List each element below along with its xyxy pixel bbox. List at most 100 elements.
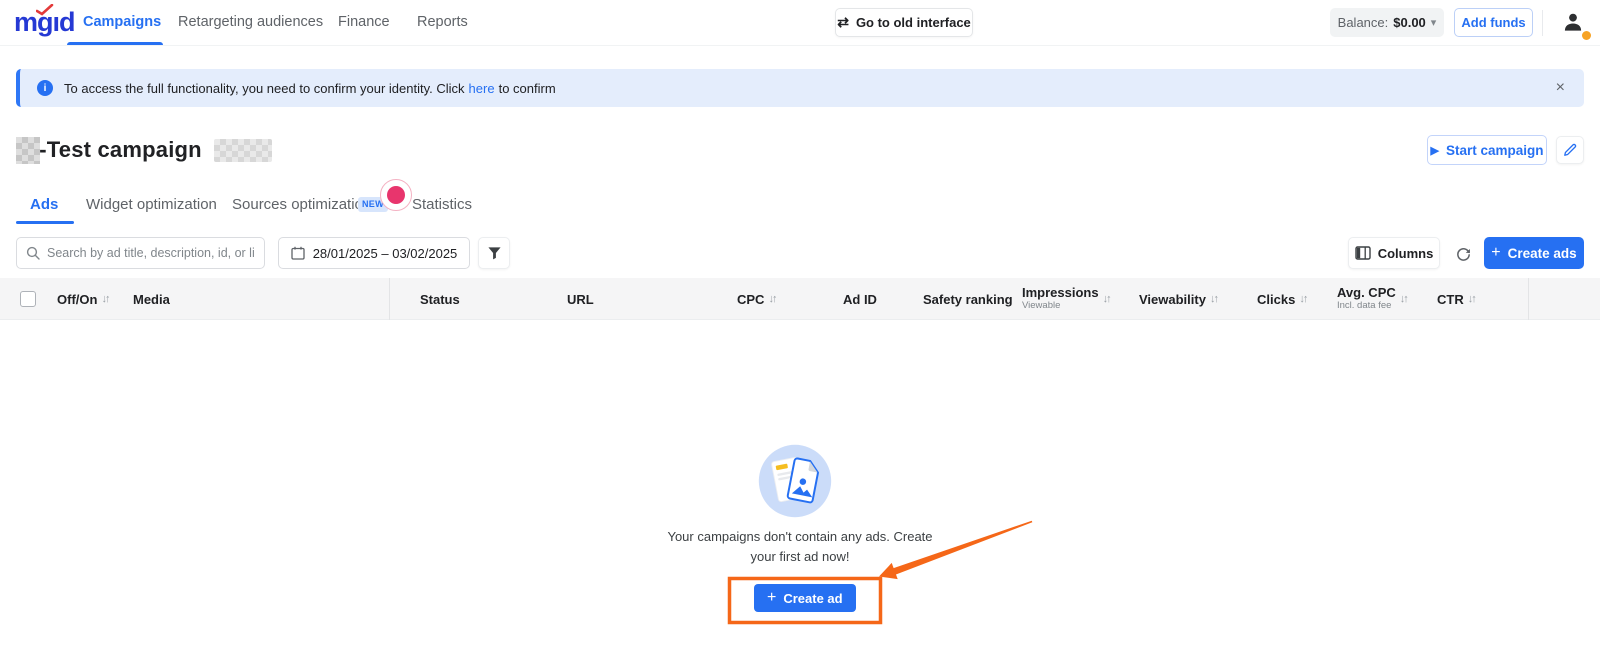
sort-icon[interactable]: ↓↑ (1400, 293, 1407, 305)
plus-icon: + (1491, 245, 1500, 261)
column-ctr-label: CTR (1437, 292, 1464, 307)
identity-banner: i To access the full functionality, you … (16, 69, 1584, 107)
redacted-title-prefix (16, 137, 40, 164)
old-interface-label: Go to old interface (856, 15, 971, 30)
search-box (16, 237, 265, 269)
column-impressions-label: Impressions (1022, 286, 1099, 301)
start-campaign-button[interactable]: ▶ Start campaign (1427, 135, 1547, 165)
calendar-icon (291, 246, 305, 260)
column-ad-id-label: Ad ID (843, 292, 877, 307)
balance-dropdown[interactable]: Balance: $0.00 ▾ (1330, 8, 1444, 37)
column-status-label: Status (420, 292, 460, 307)
date-range-picker[interactable]: 28/01/2025 – 03/02/2025 (278, 237, 470, 269)
redacted-badge (214, 139, 272, 162)
chevron-down-icon: ▾ (1431, 16, 1437, 29)
create-ads-button[interactable]: + Create ads (1484, 237, 1584, 269)
column-divider (389, 278, 390, 320)
topnav-divider (1542, 10, 1543, 36)
balance-value: $0.00 (1393, 15, 1426, 30)
filter-funnel-icon (487, 246, 502, 260)
start-campaign-label: Start campaign (1446, 143, 1544, 158)
column-avg-cpc-label: Avg. CPC (1337, 286, 1396, 301)
refresh-button[interactable] (1448, 237, 1478, 269)
recording-dot-annotation (380, 179, 412, 211)
plus-icon: + (767, 590, 776, 606)
column-ad-id: Ad ID (843, 278, 877, 320)
column-viewability: Viewability ↓↑ (1139, 278, 1217, 320)
select-all-checkbox[interactable] (20, 291, 36, 307)
logo-check-icon (36, 4, 54, 16)
create-ad-label: Create ad (783, 591, 842, 606)
column-media: Media (133, 278, 170, 320)
column-clicks: Clicks ↓↑ (1257, 278, 1306, 320)
nav-item-reports[interactable]: Reports (417, 0, 468, 45)
column-divider (1528, 278, 1529, 320)
mgid-dashboard: mgıd Campaigns Retargeting audiences Fin… (0, 0, 1600, 649)
banner-text: To access the full functionality, you ne… (64, 81, 556, 96)
column-impressions-sublabel: Viewable (1022, 301, 1099, 312)
go-to-old-interface-button[interactable]: ⇄ Go to old interface (835, 8, 973, 37)
swap-arrows-icon: ⇄ (837, 14, 849, 31)
filter-button[interactable] (478, 237, 510, 269)
banner-suffix: to confirm (499, 81, 556, 96)
user-avatar-button[interactable] (1560, 9, 1586, 35)
column-cpc-label: CPC (737, 292, 764, 307)
campaign-tabs: Ads Widget optimization Sources optimiza… (0, 190, 1600, 224)
tab-sources-optimization[interactable]: Sources optimization (232, 190, 371, 220)
sort-icon[interactable]: ↓↑ (1299, 293, 1306, 305)
top-navigation: mgıd Campaigns Retargeting audiences Fin… (0, 0, 1600, 46)
sort-icon[interactable]: ↓↑ (768, 293, 775, 305)
sort-icon[interactable]: ↓↑ (1210, 293, 1217, 305)
column-impressions: Impressions Viewable ↓↑ (1022, 278, 1110, 320)
tab-statistics[interactable]: Statistics (412, 190, 472, 220)
columns-label: Columns (1378, 246, 1434, 261)
search-icon (26, 246, 40, 260)
edit-campaign-button[interactable] (1556, 136, 1584, 164)
sort-icon[interactable]: ↓↑ (101, 293, 108, 305)
column-off-on-label: Off/On (57, 292, 97, 307)
empty-state-message: Your campaigns don't contain any ads. Cr… (655, 527, 945, 567)
column-avg-cpc: Avg. CPC Incl. data fee ↓↑ (1337, 278, 1407, 320)
close-icon[interactable]: × (1556, 80, 1565, 96)
nav-item-retargeting-audiences[interactable]: Retargeting audiences (178, 0, 323, 45)
column-url: URL (567, 278, 594, 320)
column-clicks-label: Clicks (1257, 292, 1295, 307)
nav-active-underline (67, 42, 163, 45)
pencil-icon (1563, 143, 1577, 157)
banner-message: To access the full functionality, you ne… (64, 81, 465, 96)
sort-icon[interactable]: ↓↑ (1103, 293, 1110, 305)
search-input[interactable] (47, 246, 255, 260)
empty-state-illustration (757, 443, 833, 519)
tab-widget-optimization[interactable]: Widget optimization (86, 190, 217, 220)
refresh-icon (1455, 245, 1472, 262)
ads-table-header: Off/On ↓↑ Media Status URL CPC ↓↑ Ad ID … (0, 278, 1600, 320)
banner-here-link[interactable]: here (469, 81, 495, 96)
tab-ads[interactable]: Ads (30, 190, 58, 220)
nav-item-finance[interactable]: Finance (338, 0, 390, 45)
column-url-label: URL (567, 292, 594, 307)
column-ctr: CTR ↓↑ (1437, 278, 1475, 320)
column-safety-ranking: Safety ranking (923, 278, 1013, 320)
create-ads-label: Create ads (1508, 246, 1577, 261)
sort-icon[interactable]: ↓↑ (1468, 293, 1475, 305)
tab-active-underline (16, 221, 74, 224)
info-icon: i (37, 80, 53, 96)
create-ad-button[interactable]: + Create ad (754, 584, 856, 612)
page-title: -Test campaign (39, 137, 202, 163)
play-icon: ▶ (1431, 144, 1439, 157)
column-off-on: Off/On ↓↑ (57, 278, 108, 320)
column-safety-ranking-label: Safety ranking (923, 292, 1013, 307)
notification-dot (1582, 31, 1591, 40)
column-viewability-label: Viewability (1139, 292, 1206, 307)
column-cpc: CPC ↓↑ (737, 278, 775, 320)
recording-dot-inner (387, 186, 405, 204)
column-status: Status (420, 278, 460, 320)
no-ads-icon (757, 443, 833, 519)
column-avg-cpc-sublabel: Incl. data fee (1337, 301, 1396, 312)
columns-icon (1355, 246, 1371, 260)
columns-button[interactable]: Columns (1348, 237, 1440, 269)
person-icon (1560, 9, 1586, 35)
add-funds-button[interactable]: Add funds (1454, 8, 1533, 37)
nav-item-campaigns[interactable]: Campaigns (83, 0, 161, 45)
ads-toolbar: 28/01/2025 – 03/02/2025 Columns + Create… (0, 237, 1600, 269)
